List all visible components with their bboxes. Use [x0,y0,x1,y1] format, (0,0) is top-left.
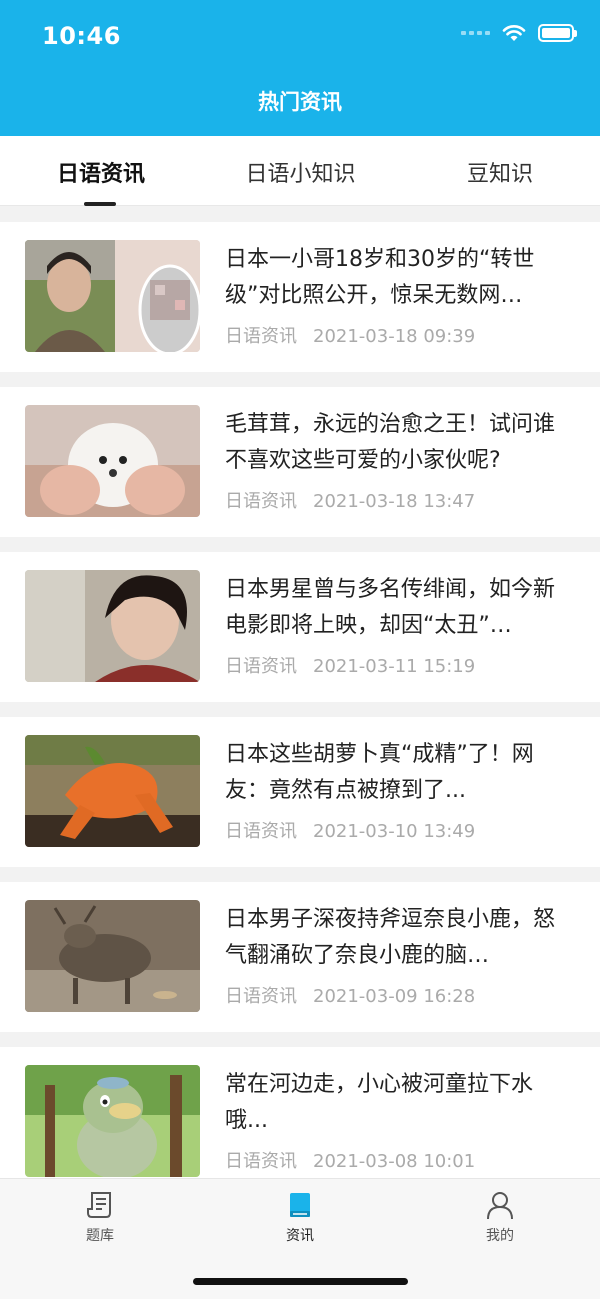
article-title: 日本男星曾与多名传绯闻，如今新电影即将上映，却因“太丑”… [225,577,556,638]
nav-label: 我的 [486,1228,514,1244]
nav-label: 题库 [86,1228,114,1244]
article-meta: 日语资讯 2021-03-18 13:47 [225,487,475,513]
person-icon [487,1192,513,1220]
article-category: 日语资讯 [225,986,297,1007]
battery-icon [538,24,577,42]
article-category: 日语资讯 [225,1151,297,1172]
nav-item-profile[interactable]: 我的 [460,1189,540,1245]
wifi-icon [502,25,526,41]
article-date: 2021-03-18 13:47 [313,491,476,512]
tab-japanese-news[interactable]: 日语资讯 [55,156,147,188]
nav-item-news[interactable]: 资讯 [260,1189,340,1245]
book-icon [290,1193,310,1217]
article-title: 毛茸茸，永远的治愈之王！试问谁不喜欢这些可爱的小家伙呢? [225,412,556,473]
article-category: 日语资讯 [225,821,297,842]
article-title: 日本男子深夜持斧逗奈良小鹿，怒气翻涌砍了奈良小鹿的脑… [225,907,556,968]
status-bar: 10:46 [0,0,600,72]
article-item[interactable]: 毛茸茸，永远的治愈之王！试问谁不喜欢这些可爱的小家伙呢? 日语资讯 2021-03… [0,387,600,537]
article-thumbnail [25,735,200,847]
article-title: 日本一小哥18岁和30岁的“转世级”对比照公开，惊呆无数网… [225,247,535,308]
document-icon [87,1192,111,1218]
article-meta: 日语资讯 2021-03-10 13:49 [225,817,475,843]
tab-active-indicator [84,202,116,206]
article-date: 2021-03-08 10:01 [313,1151,476,1172]
article-thumbnail [25,570,200,682]
article-item[interactable]: 日本男星曾与多名传绯闻，如今新电影即将上映，却因“太丑”… 日语资讯 2021-0… [0,552,600,702]
article-date: 2021-03-18 09:39 [313,326,476,347]
header-bar: 10:46 热门资讯 [0,0,600,136]
article-title: 常在河边走，小心被河童拉下水哦... [225,1072,534,1133]
article-date: 2021-03-09 16:28 [313,986,476,1007]
article-meta: 日语资讯 2021-03-08 10:01 [225,1147,475,1173]
article-category: 日语资讯 [225,326,297,347]
status-time: 10:46 [42,22,121,50]
page-title: 热门资讯 [258,90,342,114]
home-indicator [193,1278,408,1285]
article-category: 日语资讯 [225,491,297,512]
article-category: 日语资讯 [225,656,297,677]
article-item[interactable]: 日本这些胡萝卜真“成精”了！网友：竟然有点被撩到了... 日语资讯 2021-03… [0,717,600,867]
signal-icon [461,31,490,35]
article-date: 2021-03-10 13:49 [313,821,476,842]
tab-bar: 日语资讯 日语小知识 豆知识 [0,136,600,206]
tab-japanese-knowledge[interactable]: 日语小知识 [243,156,358,188]
article-title: 日本这些胡萝卜真“成精”了！网友：竟然有点被撩到了... [225,742,534,803]
article-thumbnail [25,900,200,1012]
article-item[interactable]: 日本男子深夜持斧逗奈良小鹿，怒气翻涌砍了奈良小鹿的脑… 日语资讯 2021-03-… [0,882,600,1032]
nav-item-question-bank[interactable]: 题库 [60,1189,140,1245]
article-thumbnail [25,1065,200,1177]
article-item[interactable]: 日本一小哥18岁和30岁的“转世级”对比照公开，惊呆无数网… 日语资讯 2021-… [0,222,600,372]
article-meta: 日语资讯 2021-03-11 15:19 [225,652,475,678]
article-meta: 日语资讯 2021-03-18 09:39 [225,322,475,348]
nav-label: 资讯 [286,1228,314,1244]
article-thumbnail [25,240,200,352]
article-thumbnail [25,405,200,517]
tab-trivia[interactable]: 豆知识 [465,156,535,188]
status-icons [461,24,577,42]
article-item[interactable]: 常在河边走，小心被河童拉下水哦... 日语资讯 2021-03-08 10:01 [0,1047,600,1197]
article-meta: 日语资讯 2021-03-09 16:28 [225,982,475,1008]
article-date: 2021-03-11 15:19 [313,656,476,677]
